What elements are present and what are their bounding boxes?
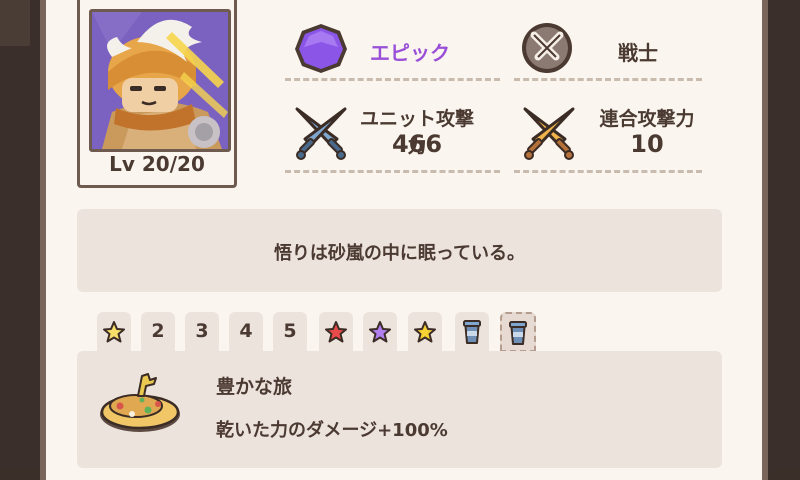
tab-cup-2[interactable] [500,312,536,352]
star-gold-icon [414,321,436,343]
cup-icon [509,321,527,345]
left-frame [0,0,40,468]
divider [514,170,702,173]
gold-crossed-swords-icon [519,103,579,161]
blue-crossed-swords-icon [291,103,351,161]
combo-attack-value: 10 [630,130,664,158]
tab-3[interactable]: 3 [185,312,219,352]
tab-star-purple[interactable] [363,312,397,352]
skill-name: 豊かな旅 [216,376,293,398]
unit-attack-value: 466 [391,130,443,158]
class-label: 戦士 [618,41,658,65]
star-yellow-icon [103,321,125,343]
tab-cup-1[interactable] [455,312,489,352]
hero-quote: 悟りは砂嵐の中に眠っている。 [273,243,526,264]
tab-4[interactable]: 4 [229,312,263,352]
hero-quote-box: 悟りは砂嵐の中に眠っている。 [77,209,722,292]
hero-level: Lv 20/20 [109,152,205,176]
hero-portrait-card[interactable]: Lv 20/20 [77,0,237,188]
tab-star-1[interactable] [97,312,131,352]
rarity-label: エピック [370,41,450,65]
right-frame [770,0,800,468]
pie-dish-icon [98,370,182,436]
hero-portrait [89,9,231,152]
divider [514,78,702,81]
divider [285,170,500,173]
tab-star-red[interactable] [319,312,353,352]
star-red-icon [325,321,347,343]
skill-description: 乾いた力のダメージ+100% [216,420,448,441]
purple-gem-icon [293,22,349,74]
tab-5[interactable]: 5 [273,312,307,352]
star-purple-icon [369,321,391,343]
tab-star-gold[interactable] [408,312,442,352]
tab-2[interactable]: 2 [141,312,175,352]
crossed-swords-badge-icon [518,21,576,75]
cup-icon [463,320,481,344]
divider [285,78,500,81]
combo-attack-label: 連合攻撃力 [599,108,695,130]
